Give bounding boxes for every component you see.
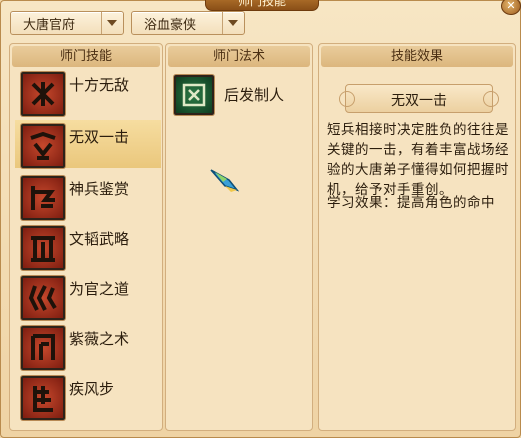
skill-item-weiguan-zhidao[interactable]: 为官之道 bbox=[15, 272, 161, 320]
skill-label: 为官之道 bbox=[69, 280, 130, 298]
effect-skill-name-box: 无双一击 bbox=[339, 84, 499, 113]
skill-shenbing-icon bbox=[21, 176, 65, 220]
arts-panel-header: 师门法术 bbox=[168, 46, 310, 67]
skill-item-ziwei-zhishu[interactable]: 紫薇之术 bbox=[15, 322, 161, 370]
close-button[interactable]: ✕ bbox=[501, 0, 521, 15]
effect-panel-header: 技能效果 bbox=[321, 46, 513, 67]
window-title: 师门技能 bbox=[205, 0, 319, 11]
school-dropdown-value: 大唐官府 bbox=[23, 18, 76, 33]
school-dropdown[interactable]: 大唐官府 bbox=[10, 11, 124, 35]
chevron-down-icon[interactable] bbox=[222, 12, 244, 34]
skill-shifang-icon bbox=[21, 72, 65, 116]
arts-panel: 师门法术 后发制人 bbox=[165, 43, 313, 431]
skill-wentao-icon bbox=[21, 226, 65, 270]
skill-jifeng-icon bbox=[21, 376, 65, 420]
skill-label: 十方无敌 bbox=[69, 76, 130, 94]
skill-item-shenbing-jianshang[interactable]: 神兵鉴赏 bbox=[15, 172, 161, 220]
skill-window: 师门技能 ✕ 大唐官府 浴血豪侠 师门技能 十方无敌 无双一击 神兵鉴赏 文韬武… bbox=[0, 0, 521, 438]
close-icon: ✕ bbox=[506, 0, 516, 12]
skill-weiguan-icon bbox=[21, 276, 65, 320]
skill-wushuang-icon bbox=[21, 124, 65, 168]
effect-learn-text: 学习效果：提高角色的命中 bbox=[327, 195, 495, 211]
skill-label: 无双一击 bbox=[69, 128, 130, 146]
art-label: 后发制人 bbox=[224, 86, 285, 104]
chevron-down-icon[interactable] bbox=[101, 12, 123, 34]
art-houfa-icon bbox=[174, 75, 214, 115]
skill-label: 神兵鉴赏 bbox=[69, 180, 130, 198]
effect-panel: 技能效果 无双一击 短兵相接时决定胜负的往往是关键的一击，有着丰富战场经验的大唐… bbox=[318, 43, 516, 431]
skill-item-wushuang-yiji[interactable]: 无双一击 bbox=[15, 120, 161, 168]
faction-dropdown-value: 浴血豪侠 bbox=[144, 18, 197, 33]
cursor-icon bbox=[210, 169, 239, 192]
art-item-houfa-zhiren[interactable]: 后发制人 bbox=[174, 75, 322, 115]
skill-label: 文韬武略 bbox=[69, 230, 130, 248]
skill-label: 紫薇之术 bbox=[69, 330, 130, 348]
skills-panel: 师门技能 十方无敌 无双一击 神兵鉴赏 文韬武略 为官之道 紫薇之术 疾风步 bbox=[9, 43, 163, 431]
skill-label: 疾风步 bbox=[69, 380, 115, 398]
effect-description: 短兵相接时决定胜负的往往是关键的一击，有着丰富战场经验的大唐弟子懂得如何把握时机… bbox=[327, 122, 509, 198]
skill-item-jifeng-bu[interactable]: 疾风步 bbox=[15, 372, 161, 420]
effect-skill-name: 无双一击 bbox=[391, 93, 447, 109]
skill-item-wentao-wulue[interactable]: 文韬武略 bbox=[15, 222, 161, 270]
skill-ziwei-icon bbox=[21, 326, 65, 370]
faction-dropdown[interactable]: 浴血豪侠 bbox=[131, 11, 245, 35]
skills-panel-header: 师门技能 bbox=[12, 46, 160, 67]
skill-item-shifang-wudi[interactable]: 十方无敌 bbox=[15, 68, 161, 116]
